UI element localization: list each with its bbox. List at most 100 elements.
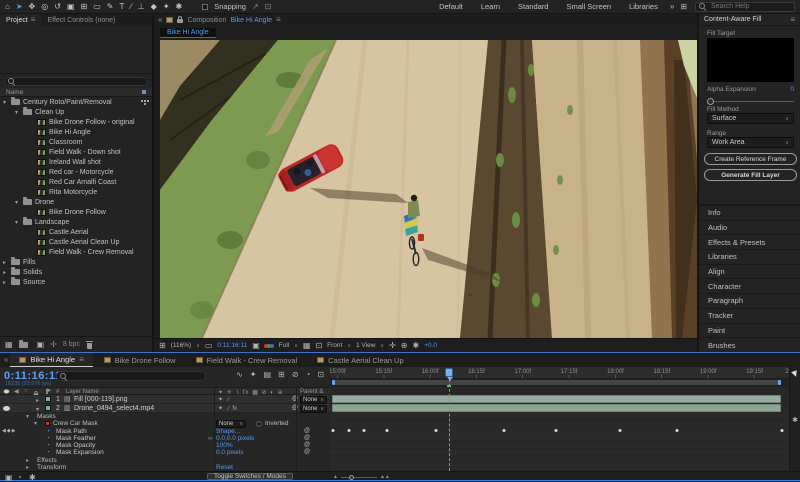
zoom-track[interactable] <box>341 477 377 478</box>
parent-dropdown[interactable]: None∨ <box>300 396 327 404</box>
view-layout-value[interactable]: 1 View <box>356 342 375 349</box>
range-dropdown[interactable]: Work Area ∨ <box>707 137 794 148</box>
panel-tab-brushes[interactable]: Brushes <box>699 337 800 352</box>
resolution-value[interactable]: Full <box>279 342 289 349</box>
property-label[interactable]: Mask Opacity <box>56 442 95 449</box>
transform-group-row[interactable]: ▸Transform Reset <box>0 464 330 471</box>
panel-tab-libraries[interactable]: Libraries <box>699 249 800 264</box>
back-arrow-icon[interactable]: « <box>158 16 162 24</box>
keyframe-diamond[interactable] <box>781 429 784 432</box>
brush-tool-icon[interactable]: ∕ <box>130 2 131 11</box>
keyframe-diamond[interactable] <box>554 429 557 432</box>
mask-path-row[interactable]: ◀◆▶ ◔ Mask Path Shape... @ <box>0 428 330 435</box>
tree-item-comp[interactable]: Bike Drone Follow - original <box>0 117 152 127</box>
back-arrow-icon[interactable]: « <box>4 356 8 364</box>
expand-parent-icon[interactable]: ✱ <box>29 474 36 482</box>
zoom-tool-icon[interactable]: ◎ <box>41 2 48 11</box>
slider-knob[interactable] <box>707 98 714 105</box>
workspace-small-screen[interactable]: Small Screen <box>560 2 617 11</box>
mask-color-swatch[interactable] <box>45 421 50 426</box>
workspace-bar-icon[interactable]: ⊞ <box>680 3 687 11</box>
timeline-button-icon[interactable]: ⊕ <box>401 342 408 350</box>
pan-behind-tool-icon[interactable]: ⊞ <box>81 2 88 11</box>
new-composition-icon[interactable]: ▣ <box>37 341 45 349</box>
mask-row[interactable]: ▾ Crew Car Mask None∨ Inverted <box>0 420 330 427</box>
panel-menu-icon[interactable]: ≡ <box>79 356 84 364</box>
pixel-aspect-icon[interactable]: ✛ <box>389 342 396 350</box>
twirl-icon[interactable]: ▾ <box>15 109 23 116</box>
twirl-icon[interactable]: ▾ <box>36 406 44 413</box>
twirl-icon[interactable]: ▾ <box>15 219 23 226</box>
tree-item-comp[interactable]: Bike Drone Follow <box>0 207 152 217</box>
toggle-switches-modes-button[interactable]: Toggle Switches / Modes <box>207 473 293 480</box>
motion-blur-icon[interactable]: ⊘ <box>292 371 299 379</box>
transform-reset-link[interactable]: Reset <box>216 464 233 471</box>
brainstorm-icon[interactable]: ⊡ <box>317 371 324 379</box>
property-value[interactable]: Shape... <box>216 428 240 435</box>
layer-color-swatch[interactable] <box>45 405 51 411</box>
keyframe-diamond[interactable] <box>675 429 678 432</box>
timeline-tab-bike-hi-angle[interactable]: Bike Hi Angle ≡ <box>10 353 92 367</box>
frame-blending-icon[interactable]: ⊞ <box>278 371 285 379</box>
property-value[interactable]: 0.0 pixels <box>216 449 243 456</box>
label-column-icon[interactable] <box>46 389 48 395</box>
masks-group-row[interactable]: ▾Masks <box>0 413 330 420</box>
twirl-icon[interactable]: ▸ <box>3 269 11 276</box>
zoom-in-icon[interactable]: ▲▲ <box>380 474 390 480</box>
panel-tab-tracker[interactable]: Tracker <box>699 308 800 323</box>
timeline-tab-bike-drone-follow[interactable]: Bike Drone Follow <box>95 353 185 367</box>
region-of-interest-icon[interactable]: ▭ <box>205 342 213 350</box>
project-name-column-header[interactable]: Name <box>0 88 152 97</box>
keyframe-diamond[interactable] <box>619 429 622 432</box>
keyframe-diamond[interactable] <box>502 429 505 432</box>
create-reference-frame-button[interactable]: Create Reference Frame <box>704 153 797 165</box>
work-area-start-handle[interactable] <box>332 380 335 385</box>
column-options-icon[interactable] <box>142 90 146 94</box>
solo-column-icon[interactable]: ○ <box>24 388 28 394</box>
type-tool-icon[interactable]: T <box>119 2 124 11</box>
timeline-search-box[interactable] <box>56 371 206 381</box>
panel-tab-effects-presets[interactable]: Effects & Presets <box>699 234 800 249</box>
layer-switches[interactable]: ✦ ∕ <box>218 396 229 403</box>
playhead[interactable] <box>445 368 453 377</box>
timeline-tab-field-walk[interactable]: Field Walk - Crew Removal <box>187 353 307 367</box>
twirl-icon[interactable]: ▸ <box>26 464 34 471</box>
alpha-expansion-value[interactable]: 0 <box>790 86 794 93</box>
panel-menu-icon[interactable]: ≡ <box>790 16 795 24</box>
pickwhip-icon[interactable]: @ <box>304 442 310 448</box>
hand-tool-icon[interactable]: ✥ <box>29 2 36 11</box>
workspace-standard[interactable]: Standard <box>512 2 554 11</box>
magnification-value[interactable]: (116%) <box>171 342 191 349</box>
home-icon[interactable]: ⌂ <box>5 2 10 11</box>
tree-item-comp[interactable]: Castle Aerial Clean Up <box>0 237 152 247</box>
pickwhip-icon[interactable]: @ <box>304 449 310 455</box>
keyframe-diamond[interactable] <box>362 429 365 432</box>
column-divider[interactable] <box>214 387 215 471</box>
fill-method-dropdown[interactable]: Surface ∨ <box>707 113 794 124</box>
panel-tab-paint[interactable]: Paint <box>699 323 800 338</box>
workspace-default[interactable]: Default <box>433 2 469 11</box>
search-help-input[interactable] <box>709 2 789 11</box>
timeline-tab-castle-aerial[interactable]: Castle Aerial Clean Up <box>308 353 412 367</box>
twirl-icon[interactable]: ▾ <box>15 199 23 206</box>
tree-item-folder[interactable]: ▸Fills <box>0 257 152 267</box>
next-keyframe-icon[interactable]: ▶ <box>12 428 17 434</box>
stopwatch-icon[interactable]: ◔ <box>46 435 50 442</box>
workspace-learn[interactable]: Learn <box>475 2 506 11</box>
visibility-eye-icon[interactable] <box>3 406 10 411</box>
fast-preview-icon[interactable]: ▦ <box>303 342 311 350</box>
snapshot-icon[interactable]: ▣ <box>252 342 260 350</box>
comp-nav-tab[interactable]: Bike Hi Angle <box>160 28 216 38</box>
tree-item-comp[interactable]: Red car - Motorcycle <box>0 167 152 177</box>
panel-tab-paragraph[interactable]: Paragraph <box>699 293 800 308</box>
column-divider[interactable] <box>296 387 297 471</box>
timeline-zoom-slider[interactable]: ▲ ▲▲ <box>333 474 390 480</box>
shape-tool-icon[interactable]: ▭ <box>93 2 101 11</box>
twirl-icon[interactable]: ▸ <box>3 279 11 286</box>
keyframe-row[interactable] <box>330 427 789 435</box>
comp-marker-icon[interactable] <box>791 370 799 378</box>
property-value[interactable]: 100% <box>216 442 233 449</box>
puppet-pin-tool-icon[interactable]: ✱ <box>176 2 183 11</box>
flowchart-button-icon[interactable]: ✱ <box>413 342 420 350</box>
mask-opacity-row[interactable]: ◔ Mask Opacity 100% @ <box>0 442 330 449</box>
